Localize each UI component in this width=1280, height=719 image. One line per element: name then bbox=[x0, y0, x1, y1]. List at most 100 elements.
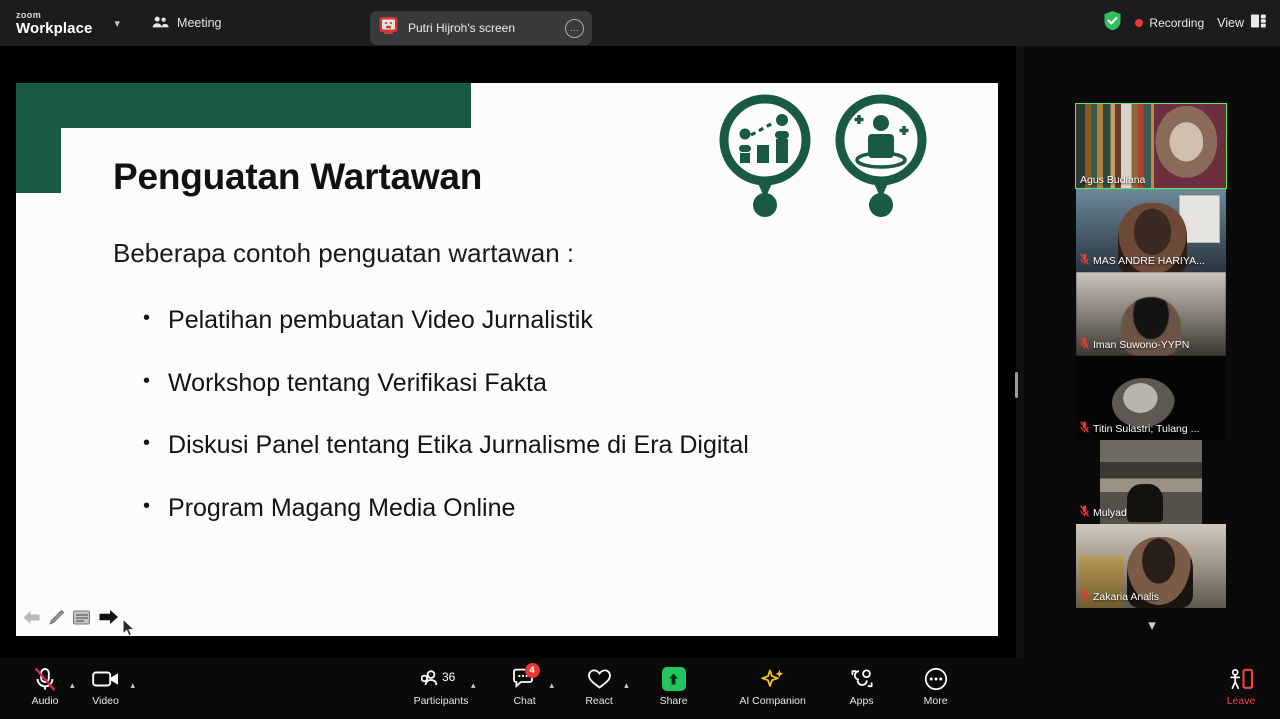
participant-tile-mulyadi[interactable]: Mulyadi bbox=[1076, 440, 1226, 524]
participant-name: Zakaria Analis bbox=[1093, 591, 1159, 603]
bullet-marker: • bbox=[143, 494, 151, 517]
participants-button[interactable]: 36 Participants bbox=[405, 666, 477, 711]
chevron-down-icon[interactable]: ▾ bbox=[115, 17, 121, 30]
share-source-label: Putri Hijroh's screen bbox=[408, 21, 515, 35]
view-label: View bbox=[1217, 16, 1244, 30]
chat-label: Chat bbox=[513, 695, 536, 707]
bullet-text: Pelatihan pembuatan Video Jurnalistik bbox=[168, 306, 593, 334]
annotation-pen-icon[interactable] bbox=[48, 609, 65, 631]
microphone-muted-icon bbox=[1080, 252, 1089, 270]
heart-icon bbox=[587, 666, 612, 692]
recording-label: Recording bbox=[1149, 16, 1205, 30]
view-button[interactable]: View bbox=[1217, 14, 1266, 33]
screen-share-icon bbox=[378, 15, 399, 41]
participant-tile-titin-sulastri[interactable]: Titin Sulastri; Tulang ... bbox=[1076, 356, 1226, 440]
participant-name-badge: Zakaria Analis bbox=[1076, 586, 1164, 608]
video-button[interactable]: Video bbox=[75, 666, 137, 711]
zoom-meeting-window: zoom Workplace ▾ Meeting Putri Hijroh's … bbox=[0, 0, 1280, 719]
slide-accent-left-bar bbox=[16, 83, 61, 193]
next-slide-arrow[interactable] bbox=[98, 608, 119, 631]
apps-button[interactable]: Apps bbox=[831, 666, 893, 711]
participant-name: MAS ANDRE HARIYA... bbox=[1093, 255, 1205, 267]
participant-tile-zakaria-analis[interactable]: Zakaria Analis bbox=[1076, 524, 1226, 608]
audio-button[interactable]: Audio bbox=[14, 666, 76, 711]
people-icon bbox=[152, 15, 169, 32]
filmstrip-scroll-down-icon[interactable]: ▾ bbox=[1024, 616, 1280, 634]
slide-title: Penguatan Wartawan bbox=[113, 156, 483, 197]
participant-tile-iman-suwono[interactable]: Iman Suwono-YYPN bbox=[1076, 272, 1226, 356]
recording-dot-icon bbox=[1135, 19, 1144, 27]
participant-name: Mulyadi bbox=[1093, 507, 1130, 519]
participant-name: Titin Sulastri; Tulang ... bbox=[1093, 423, 1200, 435]
leave-door-icon bbox=[1228, 666, 1254, 692]
shared-screen-stage: Penguatan Wartawan Beberapa contoh pengu… bbox=[0, 46, 1016, 658]
bullet-marker: • bbox=[143, 432, 151, 454]
svg-text:36: 36 bbox=[442, 670, 456, 684]
slide-bullet-list: • Pelatihan pembuatan Video Jurnalistik … bbox=[143, 305, 933, 555]
react-button[interactable]: React bbox=[568, 666, 630, 711]
ai-companion-label: AI Companion bbox=[739, 695, 806, 707]
bullet-text: Workshop tentang Verifikasi Fakta bbox=[168, 368, 547, 397]
recording-indicator[interactable]: Recording bbox=[1135, 16, 1204, 30]
participant-filmstrip[interactable]: Agus Budiana MAS ANDRE HARIYA... Iman Su… bbox=[1024, 46, 1280, 658]
slide-accent-top-bar bbox=[16, 83, 471, 128]
zoom-workplace-brand[interactable]: zoom Workplace ▾ bbox=[16, 10, 121, 36]
sparkle-icon bbox=[759, 666, 786, 692]
top-bar-right-group: Recording View bbox=[1103, 0, 1266, 46]
participant-name-badge: Mulyadi bbox=[1076, 502, 1134, 524]
growth-chart-magnifier-icon bbox=[716, 93, 814, 223]
bullet-text: Program Magang Media Online bbox=[168, 493, 516, 522]
meeting-tab[interactable]: Meeting bbox=[152, 15, 222, 32]
list-item: • Diskusi Panel tentang Etika Jurnalisme… bbox=[143, 430, 933, 461]
video-label: Video bbox=[92, 695, 119, 707]
participant-name-badge: Agus Budiana bbox=[1076, 172, 1150, 188]
meeting-label: Meeting bbox=[177, 16, 222, 30]
slide-menu-icon[interactable] bbox=[72, 609, 91, 631]
presentation-slide[interactable]: Penguatan Wartawan Beberapa contoh pengu… bbox=[16, 83, 998, 636]
share-label: Share bbox=[659, 695, 688, 707]
slide-lead-text: Beberapa contoh penguatan wartawan : bbox=[113, 238, 575, 268]
chat-unread-badge: 4 bbox=[524, 663, 540, 678]
chat-button[interactable]: 4 Chat bbox=[494, 663, 556, 711]
participant-tile-mas-andre[interactable]: MAS ANDRE HARIYA... bbox=[1076, 188, 1226, 272]
microphone-muted-icon bbox=[1080, 504, 1089, 522]
person-sparkle-magnifier-icon bbox=[832, 93, 930, 223]
audio-label: Audio bbox=[31, 695, 59, 707]
participant-name: Iman Suwono-YYPN bbox=[1093, 339, 1190, 351]
bullet-text: Diskusi Panel tentang Etika Jurnalisme d… bbox=[168, 431, 749, 459]
slide-decorative-icons bbox=[716, 93, 930, 223]
microphone-muted-icon bbox=[1080, 336, 1089, 354]
meeting-toolbar: Audio ▴ Video ▴ 36 Participants ▴ 4 Chat… bbox=[0, 658, 1280, 719]
microphone-muted-icon bbox=[33, 666, 57, 692]
screen-share-indicator[interactable]: Putri Hijroh's screen … bbox=[370, 11, 592, 45]
participant-tile-agus-budiana[interactable]: Agus Budiana bbox=[1075, 103, 1227, 189]
toolbar-left-group: Audio ▴ Video ▴ bbox=[14, 666, 135, 711]
react-label: React bbox=[585, 695, 613, 707]
ellipsis-circle-icon bbox=[924, 666, 948, 692]
previous-slide-arrow[interactable] bbox=[22, 609, 41, 631]
share-screen-up-arrow-icon bbox=[661, 666, 686, 692]
resize-grip bbox=[1014, 372, 1018, 398]
list-item: • Pelatihan pembuatan Video Jurnalistik bbox=[143, 305, 933, 336]
participants-label: Participants bbox=[413, 695, 469, 707]
slide-navigation-controls bbox=[22, 608, 136, 636]
participant-name-badge: MAS ANDRE HARIYA... bbox=[1076, 250, 1210, 272]
toolbar-right-group: Leave bbox=[1210, 666, 1272, 711]
ai-companion-button[interactable]: AI Companion bbox=[727, 666, 819, 711]
shared-content-area[interactable]: Penguatan Wartawan Beberapa contoh pengu… bbox=[16, 46, 998, 636]
panel-resize-handle[interactable] bbox=[1012, 370, 1020, 400]
toolbar-center-group: 36 Participants ▴ 4 Chat ▴ React ▴ Share… bbox=[405, 663, 967, 711]
green-shield-icon[interactable] bbox=[1103, 10, 1122, 36]
microphone-muted-icon bbox=[1080, 420, 1089, 438]
microphone-muted-icon bbox=[1080, 588, 1089, 606]
share-button[interactable]: Share bbox=[643, 666, 705, 711]
leave-button[interactable]: Leave bbox=[1210, 666, 1272, 711]
leave-label: Leave bbox=[1226, 695, 1256, 707]
more-button[interactable]: More bbox=[905, 666, 967, 711]
bullet-marker: • bbox=[143, 369, 151, 392]
list-item: • Workshop tentang Verifikasi Fakta bbox=[143, 368, 933, 399]
more-options-icon[interactable]: … bbox=[565, 18, 584, 38]
list-item: • Program Magang Media Online bbox=[143, 493, 933, 524]
apps-icon bbox=[849, 666, 875, 692]
participant-name: Agus Budiana bbox=[1080, 174, 1146, 186]
